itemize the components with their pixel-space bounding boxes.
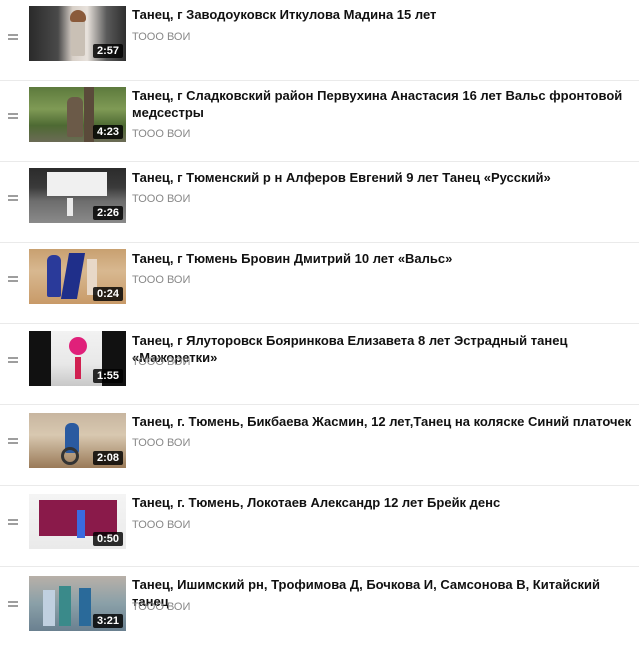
video-duration: 2:08 [92, 451, 123, 465]
playlist: 2:57 Танец, г Заводоуковск Иткулова Мади… [0, 0, 639, 644]
drag-handle-icon[interactable] [8, 357, 18, 363]
playlist-item[interactable]: 2:08 Танец, г. Тюмень, Бикбаева Жасмин, … [0, 405, 639, 486]
video-title[interactable]: Танец, г. Тюмень, Локотаев Александр 12 … [132, 494, 632, 511]
video-thumbnail[interactable]: 1:55 [29, 331, 126, 386]
video-duration: 0:50 [92, 532, 123, 546]
video-thumbnail[interactable]: 0:24 [29, 249, 126, 304]
channel-name[interactable]: ТООО ВОИ [132, 436, 190, 450]
video-thumbnail[interactable]: 0:50 [29, 494, 126, 549]
video-thumbnail[interactable]: 2:57 [29, 6, 126, 61]
thumbnail-wheelchair [61, 447, 79, 465]
video-title[interactable]: Танец, Ишимский рн, Трофимова Д, Бочкова… [132, 576, 632, 610]
channel-name[interactable]: ТООО ВОИ [132, 273, 190, 287]
drag-handle-icon[interactable] [8, 276, 18, 282]
drag-handle-icon[interactable] [8, 438, 18, 444]
channel-name[interactable]: ТООО ВОИ [132, 192, 190, 206]
thumbnail-figure-hair [70, 10, 86, 22]
video-title[interactable]: Танец, г Заводоуковск Иткулова Мадина 15… [132, 6, 632, 23]
playlist-item[interactable]: 4:23 Танец, г Сладковский район Первухин… [0, 81, 639, 162]
channel-name[interactable]: ТООО ВОИ [132, 600, 190, 614]
video-duration: 0:24 [92, 287, 123, 301]
playlist-item[interactable]: 1:55 Танец, г Ялуторовск Бояринкова Елиз… [0, 324, 639, 405]
video-thumbnail[interactable]: 2:08 [29, 413, 126, 468]
thumbnail-screen [47, 172, 107, 196]
video-title[interactable]: Танец, г Тюменский р н Алферов Евгений 9… [132, 169, 632, 186]
video-thumbnail[interactable]: 4:23 [29, 87, 126, 142]
video-title[interactable]: Танец, г. Тюмень, Бикбаева Жасмин, 12 ле… [132, 413, 632, 430]
thumbnail-figure [79, 588, 91, 626]
video-thumbnail[interactable]: 2:26 [29, 168, 126, 223]
channel-name[interactable]: ТООО ВОИ [132, 518, 190, 532]
channel-name[interactable]: ТООО ВОИ [132, 30, 190, 44]
video-thumbnail[interactable]: 3:21 [29, 576, 126, 631]
thumbnail-figure [75, 357, 81, 379]
drag-handle-icon[interactable] [8, 601, 18, 607]
video-duration: 4:23 [92, 125, 123, 139]
thumbnail-figure [60, 253, 86, 299]
video-duration: 1:55 [92, 369, 123, 383]
playlist-item[interactable]: 2:26 Танец, г Тюменский р н Алферов Евге… [0, 162, 639, 243]
playlist-item[interactable]: 3:21 Танец, Ишимский рн, Трофимова Д, Бо… [0, 567, 639, 648]
video-title[interactable]: Танец, г Тюмень Бровин Дмитрий 10 лет «В… [132, 250, 632, 267]
playlist-item[interactable]: 2:57 Танец, г Заводоуковск Иткулова Мади… [0, 0, 639, 81]
video-duration: 2:26 [92, 206, 123, 220]
video-title[interactable]: Танец, г Сладковский район Первухина Ана… [132, 87, 632, 121]
playlist-item[interactable]: 0:50 Танец, г. Тюмень, Локотаев Александ… [0, 486, 639, 567]
drag-handle-icon[interactable] [8, 34, 18, 40]
thumbnail-figure [77, 510, 85, 538]
thumbnail-figure [43, 590, 55, 626]
thumbnail-logo [69, 337, 87, 355]
drag-handle-icon[interactable] [8, 113, 18, 119]
thumbnail-banner [29, 331, 51, 386]
thumbnail-figure [59, 586, 71, 626]
drag-handle-icon[interactable] [8, 195, 18, 201]
video-title[interactable]: Танец, г Ялуторовск Бояринкова Елизавета… [132, 332, 632, 366]
thumbnail-figure [47, 255, 61, 297]
video-duration: 3:21 [92, 614, 123, 628]
video-duration: 2:57 [92, 44, 123, 58]
channel-name[interactable]: ТООО ВОИ [132, 355, 190, 369]
channel-name[interactable]: ТООО ВОИ [132, 127, 190, 141]
thumbnail-figure [67, 97, 83, 137]
drag-handle-icon[interactable] [8, 519, 18, 525]
playlist-item[interactable]: 0:24 Танец, г Тюмень Бровин Дмитрий 10 л… [0, 243, 639, 324]
thumbnail-figure [67, 198, 73, 216]
